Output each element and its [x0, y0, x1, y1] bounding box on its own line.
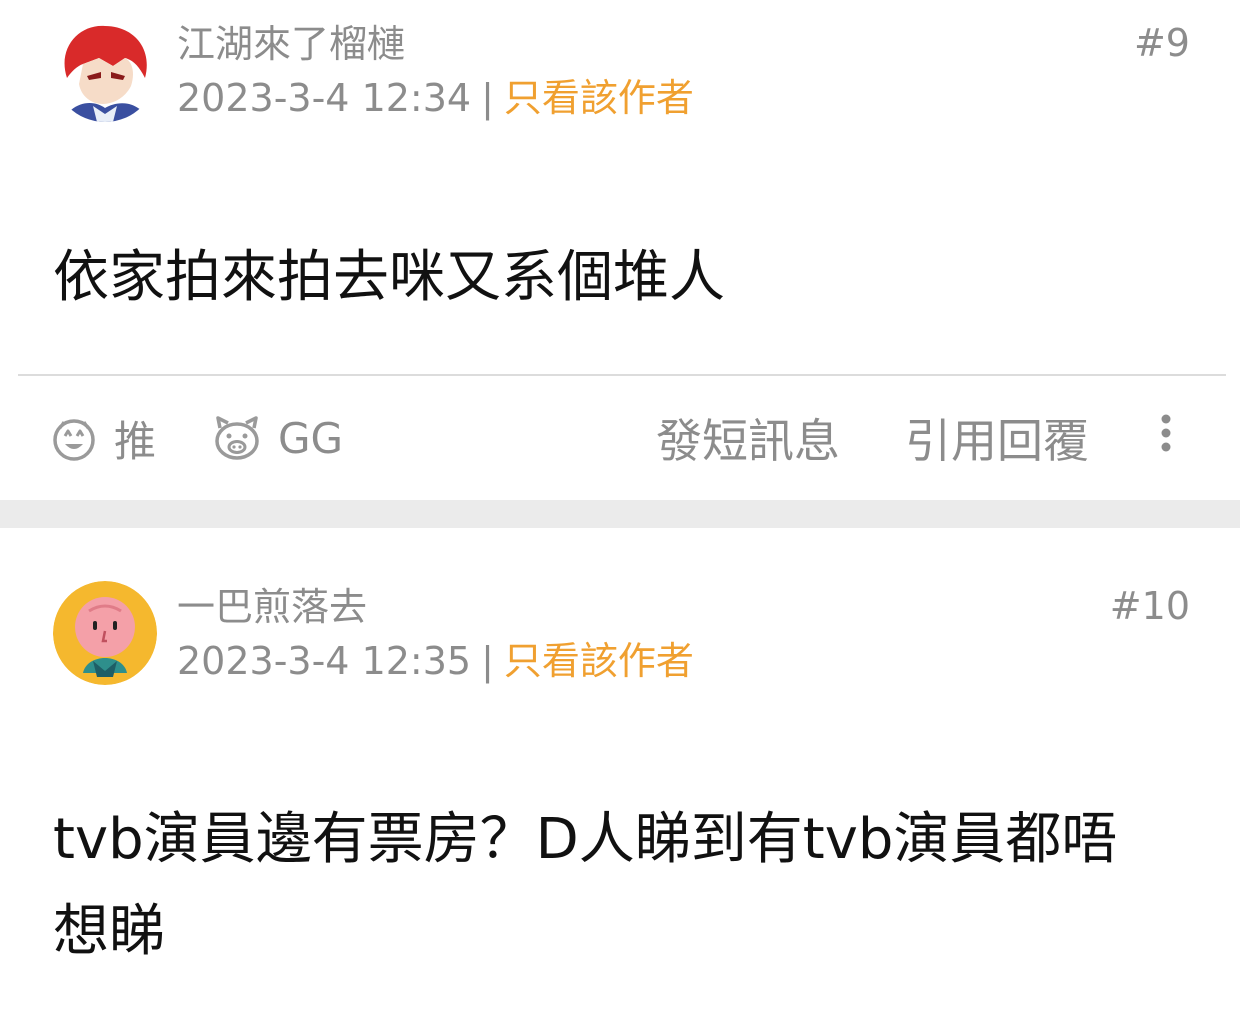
floor-number: #10 [1109, 584, 1190, 628]
avatar[interactable] [53, 18, 157, 122]
post-timestamp: 2023-3-4 12:34 [177, 76, 472, 120]
post-timestamp: 2023-3-4 12:35 [177, 639, 472, 683]
post-content: 依家拍來拍去咪又系個堆人 [53, 245, 725, 310]
view-author-only-link[interactable]: 只看該作者 [504, 639, 694, 683]
more-vertical-icon [1160, 413, 1172, 463]
pig-face-icon [212, 414, 262, 462]
post-card: 江湖來了榴槤 2023-3-4 12:34 | 只看該作者 #9 依家拍來拍去咪又系… [0, 0, 1240, 500]
view-author-only-link[interactable]: 只看該作者 [504, 76, 694, 120]
floor-number: #9 [1133, 21, 1190, 65]
push-label: 推 [114, 416, 157, 466]
gg-label: GG [278, 413, 344, 463]
more-options-button[interactable] [1148, 400, 1184, 476]
quote-reply-button[interactable]: 引用回覆 [905, 400, 1089, 476]
send-message-button[interactable]: 發短訊息 [656, 400, 840, 476]
divider [18, 374, 1226, 376]
gg-button[interactable]: GG [212, 400, 343, 476]
username[interactable]: 江湖來了榴槤 [177, 18, 405, 70]
smiley-face-icon [50, 414, 98, 462]
post-card: 一巴煎落去 2023-3-4 12:35 | 只看該作者 #10 tvb演員邊有票房… [0, 528, 1240, 1029]
avatar[interactable] [53, 581, 157, 685]
username[interactable]: 一巴煎落去 [177, 581, 367, 633]
post-actions-bar: 推 GG 發短訊息 引用回覆 [0, 400, 1240, 476]
post-meta: 2023-3-4 12:34 | 只看該作者 [177, 72, 694, 124]
meta-separator: | [481, 76, 494, 120]
meta-separator: | [481, 639, 494, 683]
post-separator [0, 500, 1240, 528]
push-button[interactable]: 推 [50, 400, 156, 476]
post-content: tvb演員邊有票房？D人睇到有tvb演員都唔想睇 [53, 807, 1118, 964]
post-meta: 2023-3-4 12:35 | 只看該作者 [177, 635, 694, 687]
